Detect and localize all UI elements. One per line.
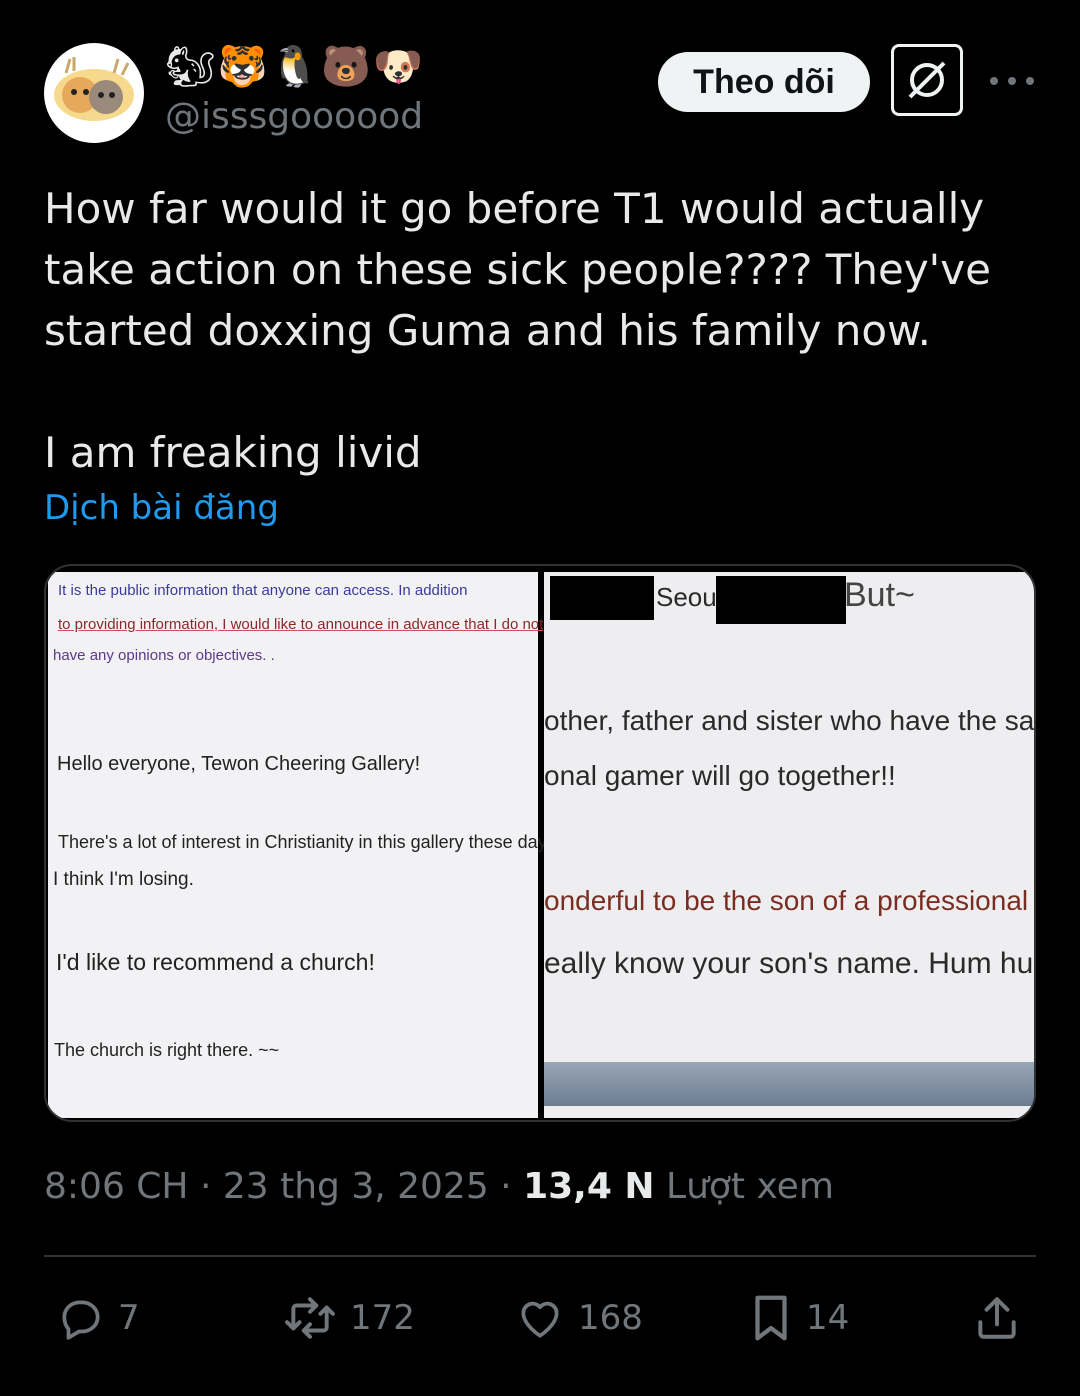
image-text-line: But~	[844, 576, 915, 614]
follow-button[interactable]: Theo dõi	[658, 52, 870, 112]
translate-post-link[interactable]: Dịch bài đăng	[44, 488, 279, 528]
tweet-date[interactable]: 23 thg 3, 2025	[223, 1166, 489, 1207]
image-text-line: have any opinions or objectives. .	[53, 647, 275, 664]
display-name-emojis[interactable]: 🐿🐯🐧🐻🐶	[165, 42, 425, 92]
bookmark-button[interactable]: 14	[748, 1290, 849, 1346]
like-button[interactable]: 168	[514, 1290, 643, 1346]
user-handle[interactable]: @isssgoooood	[165, 96, 423, 137]
image-text-line: onal gamer will go together!!	[544, 760, 896, 791]
share-button[interactable]	[972, 1290, 1034, 1346]
more-icon	[990, 77, 998, 85]
reply-button[interactable]: 7	[56, 1290, 140, 1346]
tweet-time[interactable]: 8:06 CH	[44, 1166, 189, 1207]
avatar[interactable]	[44, 43, 144, 143]
image-text-line: I'd like to recommend a church!	[56, 949, 375, 975]
tweet-meta: 8:06 CH · 23 thg 3, 2025 · 13,4 N Lượt x…	[44, 1166, 834, 1207]
bookmark-count: 14	[806, 1298, 850, 1338]
repost-button[interactable]: 172	[282, 1290, 415, 1346]
view-count: 13,4 N	[523, 1166, 655, 1207]
bookmark-icon	[755, 1295, 787, 1341]
tweet-text: How far would it go before T1 would actu…	[44, 184, 991, 477]
image-text-line: It is the public information that anyone…	[58, 582, 468, 599]
views-label: Lượt xem	[666, 1166, 834, 1207]
heart-icon	[521, 1301, 559, 1338]
image-bottom-strip	[544, 1062, 1034, 1106]
grok-icon	[908, 61, 946, 99]
image-text-line: The church is right there. ~~	[54, 1040, 280, 1060]
media-attachment[interactable]: It is the public information that anyone…	[44, 564, 1036, 1122]
image-text-line: eally know your son's name. Hum hum T	[544, 947, 1036, 980]
share-icon	[978, 1297, 1016, 1339]
image-text-line: Seoul	[656, 582, 723, 612]
media-image-right[interactable]: Seoul But~ other, father and sister who …	[544, 572, 1036, 1118]
repost-icon	[285, 1297, 335, 1339]
image-text-line: to providing information, I would like t…	[58, 616, 544, 633]
repost-count: 172	[350, 1298, 415, 1338]
image-text-line: There's a lot of interest in Christianit…	[58, 832, 561, 852]
grok-button[interactable]	[891, 44, 963, 116]
redaction-block	[716, 576, 846, 624]
avatar-image	[54, 57, 134, 121]
divider	[44, 1255, 1036, 1257]
more-options-button[interactable]	[990, 66, 1034, 96]
image-text-line: other, father and sister who have the sa	[544, 705, 1035, 736]
media-image-left[interactable]: It is the public information that anyone…	[48, 572, 561, 1118]
image-text-line: onderful to be the son of a professional…	[544, 885, 1036, 916]
like-count: 168	[578, 1298, 643, 1338]
reply-icon	[62, 1300, 100, 1340]
reply-count: 7	[118, 1298, 140, 1338]
image-text-line: I think I'm losing.	[53, 869, 194, 890]
image-text-line: Hello everyone, Tewon Cheering Gallery!	[57, 753, 421, 775]
redaction-block	[550, 576, 654, 620]
